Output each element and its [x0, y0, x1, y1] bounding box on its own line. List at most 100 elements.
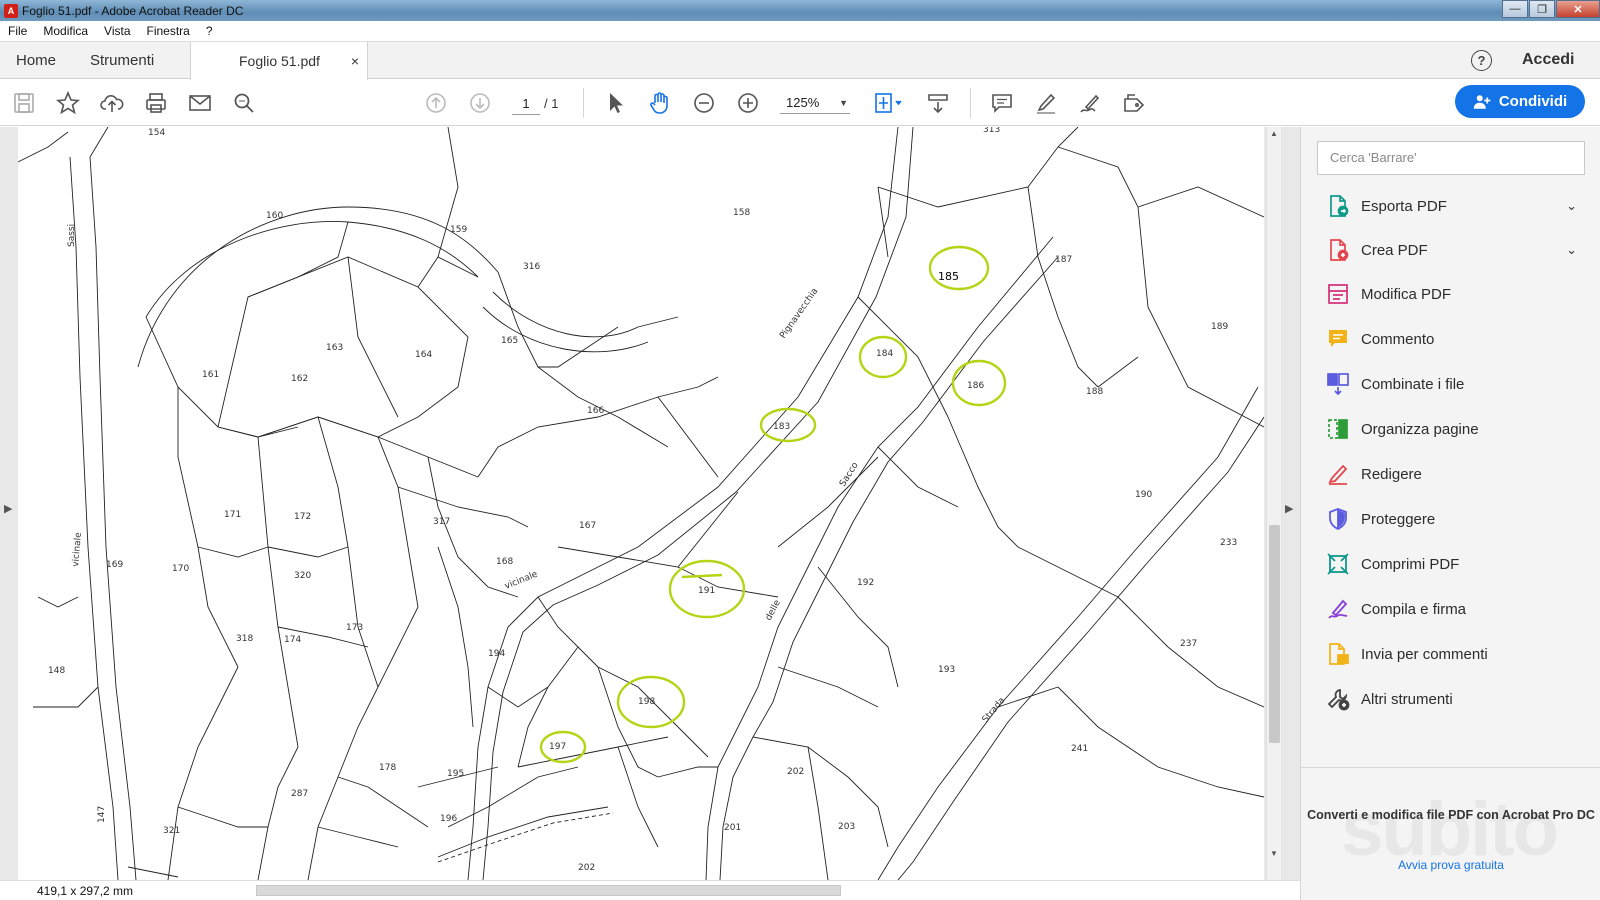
menu-modifica[interactable]: Modifica: [35, 24, 96, 38]
menu-bar: File Modifica Vista Finestra ?: [0, 21, 1600, 42]
tool-label: Compila e firma: [1361, 600, 1467, 618]
svg-text:202: 202: [787, 767, 804, 777]
tool-combine-files[interactable]: Combinate i file: [1325, 369, 1587, 399]
title-bar: A Foglio 51.pdf - Adobe Acrobat Reader D…: [0, 0, 1600, 21]
shield-icon: [1325, 506, 1351, 532]
tool-more-tools[interactable]: Altri strumenti: [1325, 684, 1587, 714]
promo-title: Converti e modifica file PDF con Acrobat…: [1307, 808, 1595, 822]
login-link[interactable]: Accedi: [1522, 51, 1574, 69]
svg-text:184: 184: [876, 349, 893, 359]
menu-finestra[interactable]: Finestra: [139, 24, 198, 38]
sign-pen-icon[interactable]: [1076, 89, 1104, 117]
left-pane-toggle-icon[interactable]: ▶: [4, 502, 12, 515]
minimize-button[interactable]: —: [1502, 0, 1528, 18]
cloud-upload-icon[interactable]: [98, 89, 126, 117]
scroll-mode-icon[interactable]: [924, 89, 952, 117]
fit-page-icon[interactable]: [870, 89, 906, 117]
tab-tools[interactable]: Strumenti: [90, 42, 154, 79]
vertical-scroll-thumb[interactable]: [1269, 525, 1280, 743]
highlight-circles: [539, 245, 1007, 764]
tool-label: Altri strumenti: [1361, 690, 1453, 708]
horizontal-scrollbar[interactable]: [150, 885, 1262, 897]
vertical-scrollbar[interactable]: ▲ ▼: [1266, 127, 1281, 880]
tool-fill-sign[interactable]: Compila e firma: [1325, 594, 1587, 624]
share-button-label: Condividi: [1498, 93, 1568, 110]
select-cursor-icon[interactable]: [602, 89, 630, 117]
scroll-down-icon[interactable]: ▼: [1270, 849, 1278, 858]
comment-tool-icon[interactable]: [988, 89, 1016, 117]
stamp-tag-icon[interactable]: [1120, 89, 1148, 117]
bookmark-star-icon[interactable]: [54, 89, 82, 117]
tool-compress-pdf[interactable]: Comprimi PDF: [1325, 549, 1587, 579]
email-icon[interactable]: [186, 89, 214, 117]
free-trial-link[interactable]: Avvia prova gratuita: [1301, 858, 1600, 872]
tool-label: Esporta PDF: [1361, 197, 1447, 215]
horizontal-scroll-thumb[interactable]: [256, 885, 841, 896]
hand-tool-icon[interactable]: [646, 89, 674, 117]
tool-organize-pages[interactable]: Organizza pagine: [1325, 414, 1587, 444]
svg-text:187: 187: [1055, 255, 1072, 265]
tool-protect[interactable]: Proteggere: [1325, 504, 1587, 534]
svg-text:154: 154: [148, 128, 165, 138]
next-page-icon[interactable]: [466, 89, 494, 117]
svg-text:167: 167: [579, 521, 596, 531]
zoom-out-icon[interactable]: [690, 89, 718, 117]
menu-help[interactable]: ?: [198, 24, 221, 38]
zoom-in-icon[interactable]: [734, 89, 762, 117]
tool-comment[interactable]: Commento: [1325, 324, 1587, 354]
tab-close-icon[interactable]: ×: [351, 53, 359, 69]
tool-edit-pdf[interactable]: Modifica PDF: [1325, 279, 1587, 309]
svg-text:173: 173: [346, 623, 363, 633]
svg-text:165: 165: [501, 336, 518, 346]
print-icon[interactable]: [142, 89, 170, 117]
svg-text:162: 162: [291, 374, 308, 384]
scroll-up-icon[interactable]: ▲: [1270, 129, 1278, 138]
svg-text:192: 192: [857, 578, 874, 588]
close-window-button[interactable]: ✕: [1556, 0, 1600, 18]
svg-text:Strada: Strada: [981, 696, 1008, 725]
svg-text:159: 159: [450, 225, 467, 235]
tab-document-label: Foglio 51.pdf: [239, 53, 320, 69]
page-dimensions: 419,1 x 297,2 mm: [37, 884, 134, 898]
right-pane-toggle-icon[interactable]: ▶: [1285, 502, 1293, 515]
tool-send-comments[interactable]: Invia per commenti: [1325, 639, 1587, 669]
svg-text:193: 193: [938, 665, 955, 675]
save-icon[interactable]: [10, 89, 38, 117]
svg-text:164: 164: [415, 350, 432, 360]
chevron-down-icon: ▼: [839, 98, 848, 108]
acrobat-app-icon: A: [4, 3, 18, 18]
share-button[interactable]: Condividi: [1455, 85, 1585, 118]
svg-text:delle: delle: [764, 598, 783, 622]
status-bar: 419,1 x 297,2 mm: [0, 880, 1300, 900]
svg-text:160: 160: [266, 211, 283, 221]
help-icon[interactable]: ?: [1471, 50, 1492, 71]
find-search-icon[interactable]: [230, 89, 258, 117]
document-viewer[interactable]: ▶ 154 160 159 158 313 316 187 189 163 16…: [0, 127, 1300, 900]
chevron-down-icon[interactable]: ⌄: [1566, 242, 1577, 258]
tool-export-pdf[interactable]: Esporta PDF ⌄: [1325, 191, 1587, 221]
svg-text:172: 172: [294, 512, 311, 522]
menu-file[interactable]: File: [0, 24, 35, 38]
pdf-page[interactable]: 154 160 159 158 313 316 187 189 163 164 …: [18, 127, 1264, 880]
wrench-plus-icon: [1325, 686, 1351, 712]
tab-home[interactable]: Home: [16, 42, 56, 79]
redact-icon: [1325, 461, 1351, 487]
zoom-level-select[interactable]: 125% ▼: [780, 92, 850, 114]
previous-page-icon[interactable]: [422, 89, 450, 117]
tool-label: Modifica PDF: [1361, 285, 1452, 303]
highlight-pen-icon[interactable]: [1032, 89, 1060, 117]
compress-pdf-icon: [1325, 551, 1351, 577]
tools-search-input[interactable]: Cerca 'Barrare': [1317, 141, 1585, 175]
svg-text:vicinale: vicinale: [71, 532, 84, 568]
tool-create-pdf[interactable]: Crea PDF ⌄: [1325, 235, 1587, 265]
tab-document[interactable]: Foglio 51.pdf ×: [190, 42, 368, 80]
chevron-down-icon[interactable]: ⌄: [1566, 198, 1577, 214]
tool-redact[interactable]: Redigere: [1325, 459, 1587, 489]
svg-text:147: 147: [97, 806, 107, 823]
menu-vista[interactable]: Vista: [96, 24, 138, 38]
svg-text:168: 168: [496, 557, 513, 567]
maximize-button[interactable]: ❐: [1529, 0, 1555, 18]
svg-text:194: 194: [488, 649, 505, 659]
upgrade-promo: subito Converti e modifica file PDF con …: [1301, 767, 1600, 900]
page-number-input[interactable]: 1: [512, 93, 540, 115]
